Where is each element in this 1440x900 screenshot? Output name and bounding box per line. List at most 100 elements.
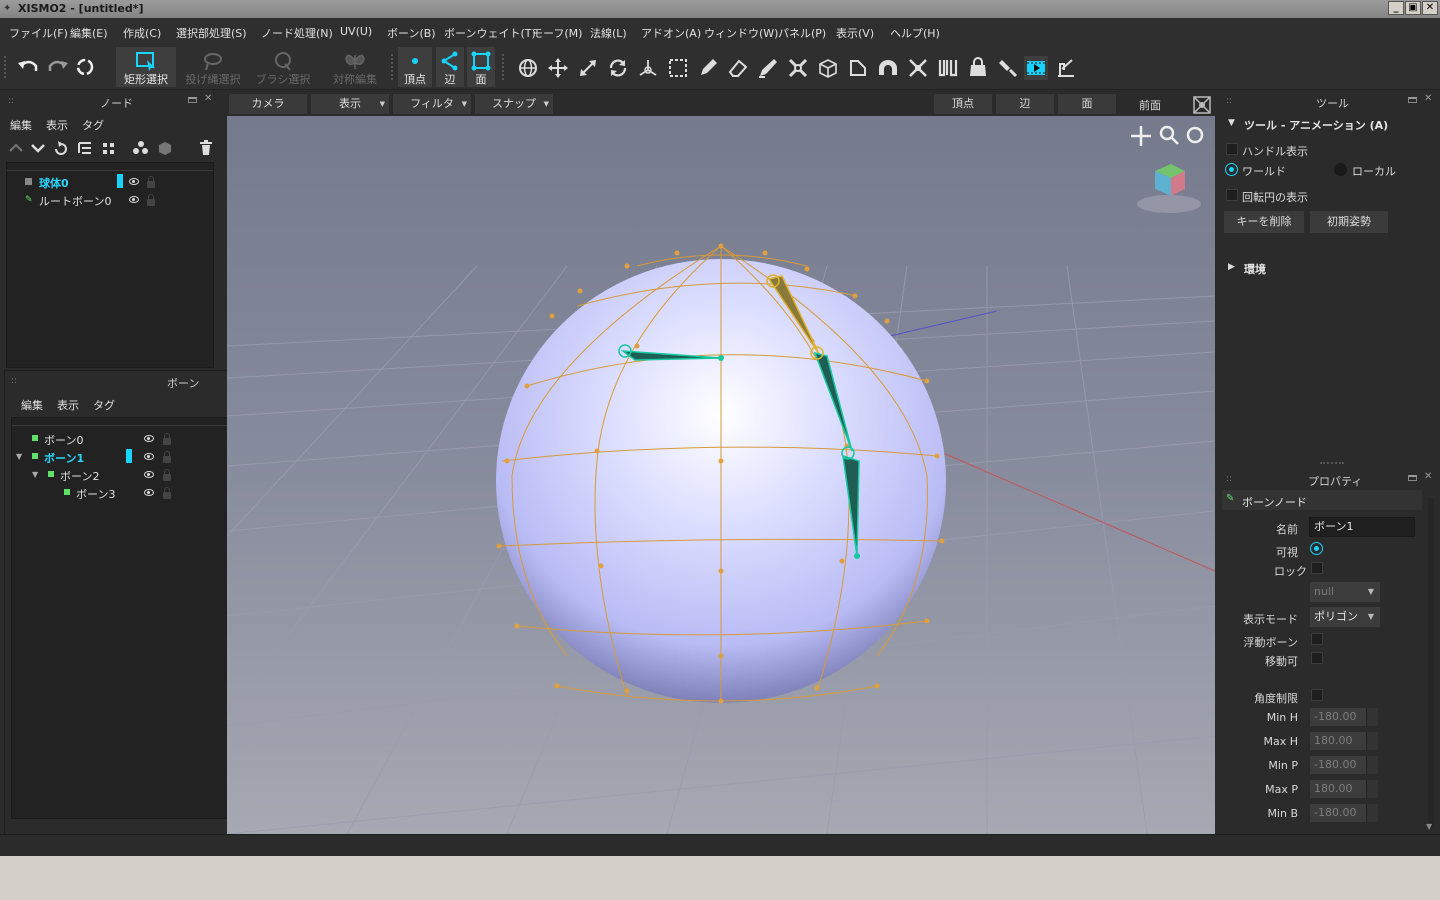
vp-vertex-button[interactable]: 頂点 [934, 94, 992, 114]
initial-pose-button[interactable]: 初期姿勢 [1310, 211, 1388, 233]
world-radio[interactable] [1225, 163, 1238, 176]
vp-edge-button[interactable]: 辺 [996, 94, 1054, 114]
lock-icon[interactable] [163, 469, 171, 481]
panel-close-button[interactable]: ✕ [1424, 471, 1432, 482]
display-mode-select[interactable]: ポリゴン ▼ [1310, 607, 1380, 627]
move-up-icon[interactable] [6, 140, 26, 156]
tree-node-sphere[interactable]: 球体0 [25, 174, 215, 193]
panel-close-button[interactable]: ✕ [204, 93, 212, 104]
panel-grip[interactable]: :: [8, 96, 14, 106]
lock-checkbox[interactable] [1311, 562, 1323, 574]
camera-menu[interactable]: カメラ [229, 94, 307, 114]
property-scrollbar[interactable] [1428, 498, 1434, 828]
menu-uv[interactable]: UV(U) [340, 25, 372, 38]
angle-limit-checkbox[interactable] [1311, 689, 1323, 701]
uv-icon[interactable] [936, 56, 960, 80]
menu-addon[interactable]: アドオン(A) [641, 25, 701, 41]
max-p-input[interactable]: 180.00 [1310, 780, 1366, 798]
tool-section-title[interactable]: ツール - アニメーション (A) [1244, 117, 1388, 133]
hierarchy-icon[interactable] [76, 140, 94, 156]
bevel-icon[interactable] [846, 56, 870, 80]
menu-edit[interactable]: 編集(E) [70, 25, 108, 41]
panel-grip[interactable]: :: [1226, 96, 1232, 106]
bone-menu-tag[interactable]: タグ [93, 397, 115, 413]
delete-key-button[interactable]: キーを削除 [1224, 211, 1304, 233]
vp-face-button[interactable]: 面 [1058, 94, 1116, 114]
grid-icon[interactable] [100, 140, 118, 156]
box-icon[interactable] [156, 140, 174, 156]
menu-node[interactable]: ノード処理(N) [261, 25, 333, 41]
lock-icon[interactable] [147, 194, 155, 206]
viewport-settings-icon[interactable] [1191, 94, 1213, 116]
rotate-icon[interactable] [606, 56, 630, 80]
move-down-icon[interactable] [28, 140, 48, 156]
rotation-circle-checkbox[interactable] [1226, 189, 1238, 201]
collapse-arrow-icon[interactable]: ▼ [1228, 118, 1235, 128]
knife-icon[interactable] [756, 56, 780, 80]
min-b-input[interactable]: -180.00 [1310, 804, 1366, 822]
menu-file[interactable]: ファイル(F) [9, 25, 68, 41]
panel-minimize-button[interactable] [188, 97, 197, 103]
menu-view[interactable]: 表示(V) [836, 25, 874, 41]
weld-icon[interactable] [786, 56, 810, 80]
max-h-spinner[interactable] [1366, 732, 1378, 750]
3d-viewport[interactable] [227, 116, 1215, 834]
visible-toggle[interactable] [1310, 542, 1323, 555]
group-icon[interactable] [132, 140, 150, 156]
minimize-button[interactable]: _ [1388, 1, 1404, 15]
visibility-eye-icon[interactable] [144, 435, 154, 442]
face-mode-button[interactable]: 面 [467, 47, 495, 87]
bone-menu-edit[interactable]: 編集 [21, 397, 43, 413]
viewport-canvas[interactable] [227, 116, 1215, 834]
movable-checkbox[interactable] [1311, 652, 1323, 664]
restore-button[interactable]: ▣ [1405, 1, 1421, 15]
refresh-icon[interactable] [52, 140, 70, 156]
view-name-label[interactable]: 前面 [1139, 97, 1161, 113]
menu-help[interactable]: ヘルプ(H) [890, 25, 940, 41]
expand-arrow-icon[interactable]: ▶ [1228, 262, 1235, 272]
min-p-input[interactable]: -180.00 [1310, 756, 1366, 774]
paint-brush-icon[interactable] [996, 56, 1020, 80]
bridge-icon[interactable] [876, 56, 900, 80]
menu-bone[interactable]: ボーン(B) [387, 25, 436, 41]
display-menu[interactable]: 表示 ▼ [311, 94, 389, 114]
expand-arrow-icon[interactable]: ▼ [32, 470, 38, 479]
name-input[interactable]: ボーン1 [1309, 517, 1415, 537]
visibility-eye-icon[interactable] [144, 489, 154, 496]
node-menu-edit[interactable]: 編集 [10, 117, 32, 133]
menu-create[interactable]: 作成(C) [123, 25, 161, 41]
scroll-down-icon[interactable]: ▼ [1426, 822, 1432, 831]
panel-close-button[interactable]: ✕ [1424, 93, 1432, 104]
redo-icon[interactable] [47, 58, 69, 76]
panel-splitter[interactable] [1320, 462, 1344, 464]
panel-minimize-button[interactable] [1408, 97, 1417, 103]
visibility-eye-icon[interactable] [129, 178, 139, 185]
recycle-icon[interactable] [75, 57, 95, 77]
lasso-select-tool[interactable]: 投げ縄選択 [183, 47, 243, 87]
panel-minimize-button[interactable] [1408, 475, 1417, 481]
globe-icon[interactable] [516, 56, 540, 80]
environment-section[interactable]: 環境 [1244, 261, 1266, 277]
vertex-mode-button[interactable]: 頂点 [398, 47, 432, 87]
menu-panel[interactable]: パネル(P) [778, 25, 826, 41]
expand-arrow-icon[interactable]: ▼ [16, 452, 22, 461]
menu-window[interactable]: ウィンドウ(W) [704, 25, 778, 41]
node-menu-view[interactable]: 表示 [46, 117, 68, 133]
move-icon[interactable] [546, 56, 570, 80]
eraser-icon[interactable] [726, 56, 750, 80]
rect-select-tool[interactable]: 矩形選択 [116, 47, 176, 87]
cube-icon[interactable] [816, 56, 840, 80]
visibility-eye-icon[interactable] [144, 453, 154, 460]
handle-display-checkbox[interactable] [1226, 143, 1238, 155]
filter-menu[interactable]: フィルタ ▼ [393, 94, 471, 114]
menu-boneweight[interactable]: ボーンウェイト(T) [444, 25, 536, 41]
node-menu-tag[interactable]: タグ [82, 117, 104, 133]
parent-select[interactable]: null ▼ [1310, 582, 1380, 602]
menu-morph[interactable]: モーフ(M) [532, 25, 582, 41]
animation-icon[interactable] [1024, 56, 1048, 80]
local-radio[interactable] [1334, 163, 1347, 176]
lock-icon[interactable] [163, 487, 171, 499]
visibility-eye-icon[interactable] [144, 471, 154, 478]
min-h-spinner[interactable] [1366, 708, 1378, 726]
lock-icon[interactable] [147, 176, 155, 188]
